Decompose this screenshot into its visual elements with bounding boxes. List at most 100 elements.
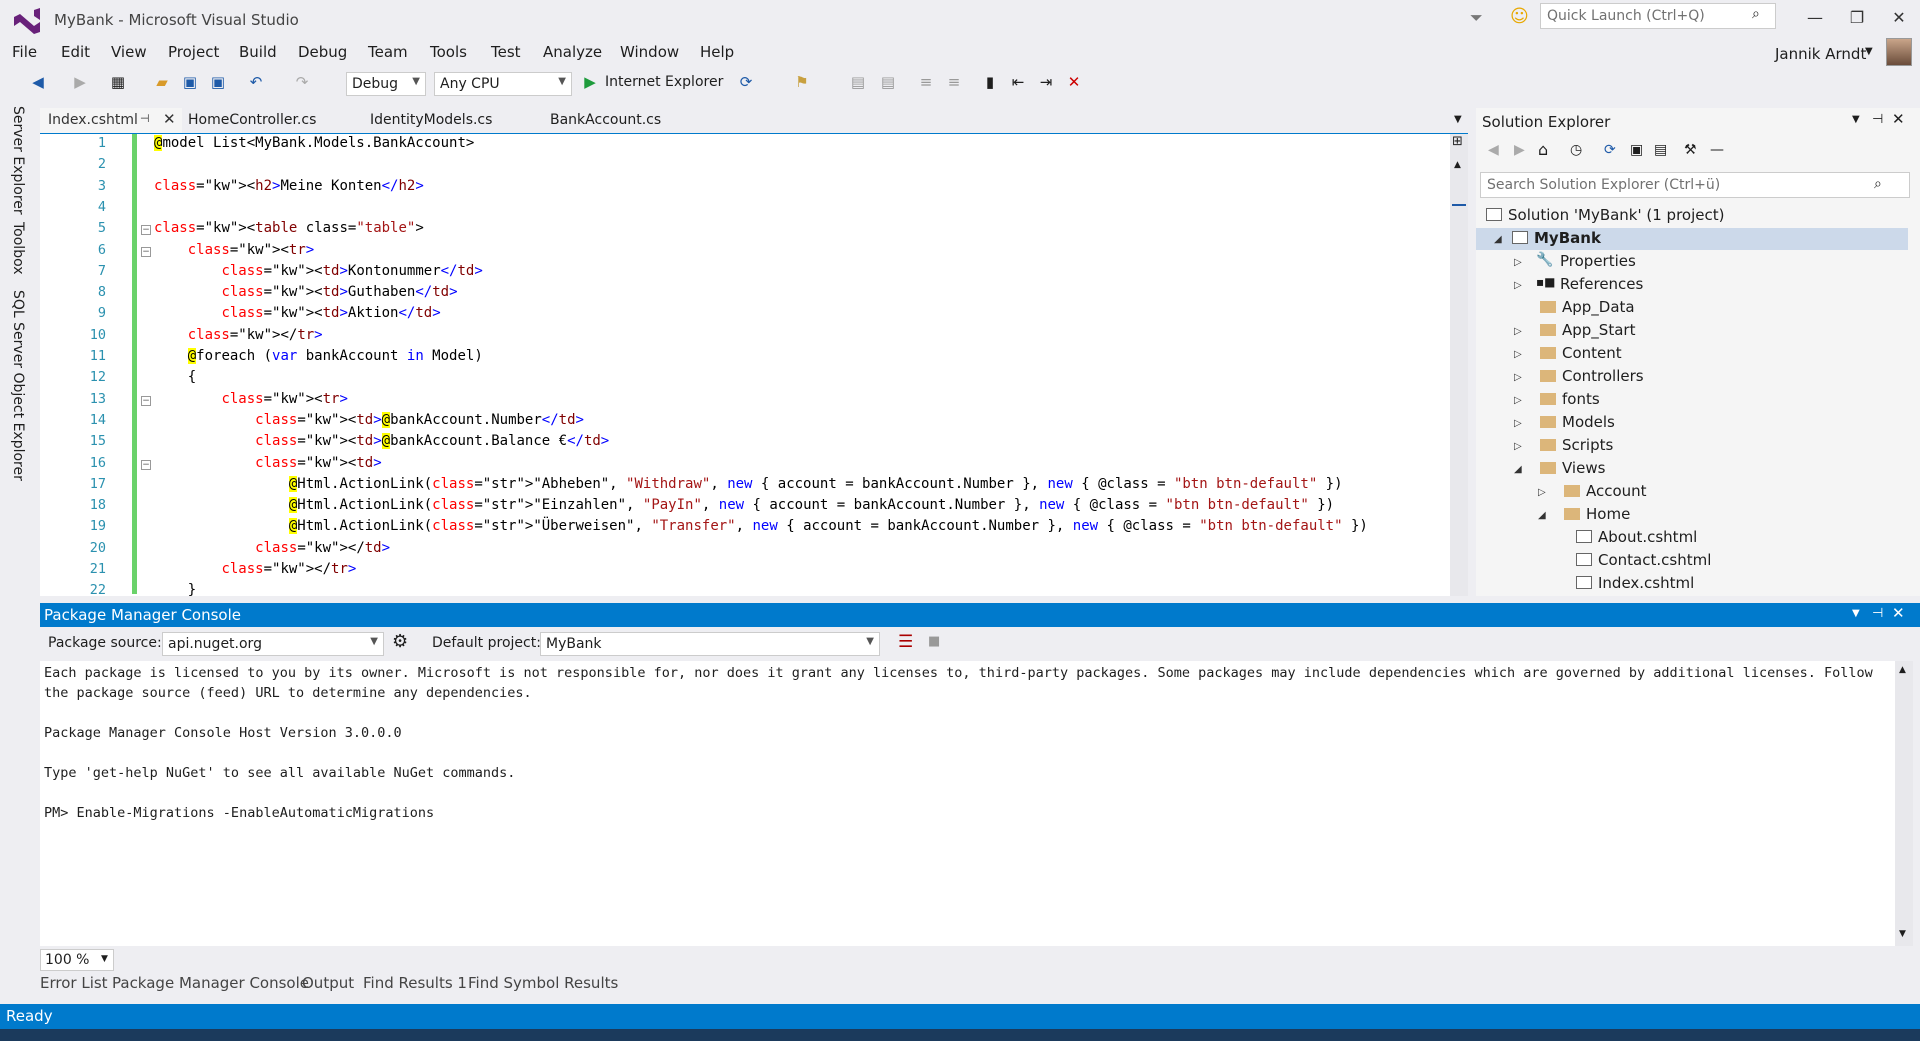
stop-icon[interactable]: ■ — [928, 634, 940, 649]
tab-bankaccount[interactable]: BankAccount.cs — [542, 108, 669, 134]
tree-fonts[interactable]: fonts — [1540, 390, 1600, 408]
clear-console-icon[interactable]: ☰ — [898, 632, 913, 652]
tab-find-results[interactable]: Find Results 1 — [363, 974, 467, 992]
code-line[interactable]: class="kw"></td> — [154, 540, 390, 556]
menu-window[interactable]: Window — [620, 43, 679, 61]
tree-content[interactable]: Content — [1540, 344, 1622, 362]
scroll-thumb[interactable] — [1452, 204, 1466, 206]
code-line[interactable]: @Html.ActionLink(class="str">"Einzahlen"… — [154, 497, 1334, 514]
collapsed-icon[interactable]: ▷ — [1514, 326, 1522, 337]
code-line[interactable]: { — [154, 369, 196, 385]
default-project-select[interactable]: MyBank ▼ — [540, 632, 880, 656]
menu-debug[interactable]: Debug — [298, 43, 347, 61]
feedback-smiley-icon[interactable]: ☺ — [1510, 6, 1529, 27]
properties-icon[interactable]: ⚒ — [1684, 142, 1697, 158]
code-line[interactable]: class="kw"></tr> — [154, 327, 323, 343]
redo-icon[interactable]: ↷ — [292, 72, 312, 92]
server-explorer-tab[interactable]: Server Explorer — [10, 106, 26, 215]
tree-app-start[interactable]: App_Start — [1540, 321, 1635, 339]
next-bookmark-icon[interactable]: ⇥ — [1036, 72, 1056, 92]
tree-solution[interactable]: Solution 'MyBank' (1 project) — [1486, 206, 1724, 224]
save-icon[interactable]: ▣ — [180, 72, 200, 92]
code-line[interactable]: class="kw"><table class="table"> — [154, 220, 424, 236]
user-name[interactable]: Jannik Arndt — [1775, 45, 1866, 63]
collapsed-icon[interactable]: ▷ — [1514, 441, 1522, 452]
sync-icon[interactable]: ⟳ — [1604, 142, 1616, 158]
code-line[interactable]: class="kw"><td>@bankAccount.Number</td> — [154, 411, 584, 428]
menu-view[interactable]: View — [111, 43, 147, 61]
step-icon[interactable]: ▤ — [848, 72, 868, 92]
code-line[interactable]: class="kw"><tr> — [154, 242, 314, 258]
tree-contact-cshtml[interactable]: Contact.cshtml — [1576, 551, 1711, 569]
pin-icon[interactable]: ⊣ — [140, 112, 150, 125]
close-tab-icon[interactable]: ✕ — [163, 110, 176, 128]
collapsed-icon[interactable]: ▷ — [1514, 349, 1522, 360]
fold-toggle-icon[interactable]: − — [141, 459, 151, 470]
tree-references[interactable]: ▪■ References — [1536, 275, 1643, 293]
pin-icon[interactable]: ⊣ — [1872, 112, 1883, 127]
tree-index-cshtml[interactable]: Index.cshtml — [1576, 574, 1694, 592]
menu-analyze[interactable]: Analyze — [543, 43, 602, 61]
collapsed-icon[interactable]: ▷ — [1538, 487, 1546, 498]
console-output[interactable]: Each package is licensed to you by its o… — [40, 661, 1895, 946]
scroll-down-icon[interactable]: ▼ — [1899, 929, 1906, 939]
collapsed-icon[interactable]: ▷ — [1514, 395, 1522, 406]
previous-bookmark-icon[interactable]: ⇤ — [1008, 72, 1028, 92]
expanded-icon[interactable]: ◢ — [1538, 510, 1546, 521]
code-line[interactable]: class="kw"><h2>Meine Konten</h2> — [154, 178, 424, 194]
code-line[interactable]: class="kw"><tr> — [154, 391, 347, 407]
console-scrollbar[interactable]: ▲ ▼ — [1895, 661, 1913, 946]
tree-models[interactable]: Models — [1540, 413, 1615, 431]
navigate-forward-icon[interactable]: ▶ — [70, 72, 90, 92]
tab-identitymodels[interactable]: IdentityModels.cs — [362, 108, 500, 134]
tab-homecontroller[interactable]: HomeController.cs — [180, 108, 324, 134]
panel-options-icon[interactable]: ▼ — [1852, 114, 1860, 125]
save-all-icon[interactable]: ▣ — [208, 72, 228, 92]
code-line[interactable]: @model List<MyBank.Models.BankAccount> — [154, 135, 474, 151]
tab-output[interactable]: Output — [302, 974, 354, 992]
clear-bookmarks-icon[interactable]: ✕ — [1064, 72, 1084, 92]
code-line[interactable]: @foreach (var bankAccount in Model) — [154, 348, 483, 364]
tree-controllers[interactable]: Controllers — [1540, 367, 1644, 385]
collapsed-icon[interactable]: ▷ — [1514, 418, 1522, 429]
settings-gear-icon[interactable]: ⚙ — [392, 631, 408, 652]
solution-configuration-select[interactable]: Debug ▼ — [346, 72, 426, 96]
code-line[interactable]: class="kw"><td>Guthaben</td> — [154, 284, 457, 300]
filter-icon[interactable]: ⏷ — [1470, 8, 1483, 28]
pin-icon[interactable]: ⊣ — [1872, 606, 1883, 621]
run-target-label[interactable]: Internet Explorer — [605, 74, 723, 90]
preview-icon[interactable]: — — [1710, 142, 1724, 158]
tree-views[interactable]: Views — [1540, 459, 1605, 477]
code-line[interactable]: class="kw"><td>Aktion</td> — [154, 305, 440, 321]
menu-tools[interactable]: Tools — [430, 43, 467, 61]
code-line[interactable]: class="kw"><td>Kontonummer</td> — [154, 263, 482, 279]
menu-team[interactable]: Team — [368, 43, 408, 61]
menu-file[interactable]: File — [12, 43, 37, 61]
comment-icon[interactable]: ≡ — [916, 72, 936, 92]
new-project-icon[interactable]: ▦ — [108, 72, 128, 92]
scroll-up-icon[interactable]: ▲ — [1899, 665, 1906, 675]
navigate-back-icon[interactable]: ◀ — [28, 72, 48, 92]
history-icon[interactable]: ◷ — [1570, 142, 1582, 158]
panel-options-icon[interactable]: ▼ — [1852, 608, 1860, 619]
show-all-files-icon[interactable]: ▤ — [1654, 142, 1667, 158]
tab-package-manager-console[interactable]: Package Manager Console — [112, 974, 309, 992]
undo-icon[interactable]: ↶ — [246, 72, 266, 92]
tree-about-cshtml[interactable]: About.cshtml — [1576, 528, 1697, 546]
code-line[interactable]: class="kw"></tr> — [154, 561, 356, 577]
tree-app-data[interactable]: App_Data — [1540, 298, 1635, 316]
tree-account[interactable]: Account — [1564, 482, 1647, 500]
tab-find-symbol-results[interactable]: Find Symbol Results — [468, 974, 618, 992]
toolbox-tab[interactable]: Toolbox — [10, 222, 26, 275]
expanded-icon[interactable]: ◢ — [1514, 464, 1522, 475]
solution-search-input[interactable]: Search Solution Explorer (Ctrl+ü) — [1480, 172, 1910, 198]
code-line[interactable]: @Html.ActionLink(class="str">"Abheben", … — [154, 475, 1343, 492]
expanded-icon[interactable]: ◢ — [1494, 234, 1502, 245]
tab-error-list[interactable]: Error List — [40, 974, 108, 992]
sql-server-object-explorer-tab[interactable]: SQL Server Object Explorer — [10, 290, 26, 481]
code-line[interactable]: @Html.ActionLink(class="str">"Überweisen… — [154, 518, 1368, 535]
browser-link-icon[interactable]: ⚑ — [792, 72, 812, 92]
menu-project[interactable]: Project — [168, 43, 219, 61]
forward-icon[interactable]: ▶ — [1514, 142, 1525, 158]
close-panel-icon[interactable]: ✕ — [1892, 110, 1905, 128]
